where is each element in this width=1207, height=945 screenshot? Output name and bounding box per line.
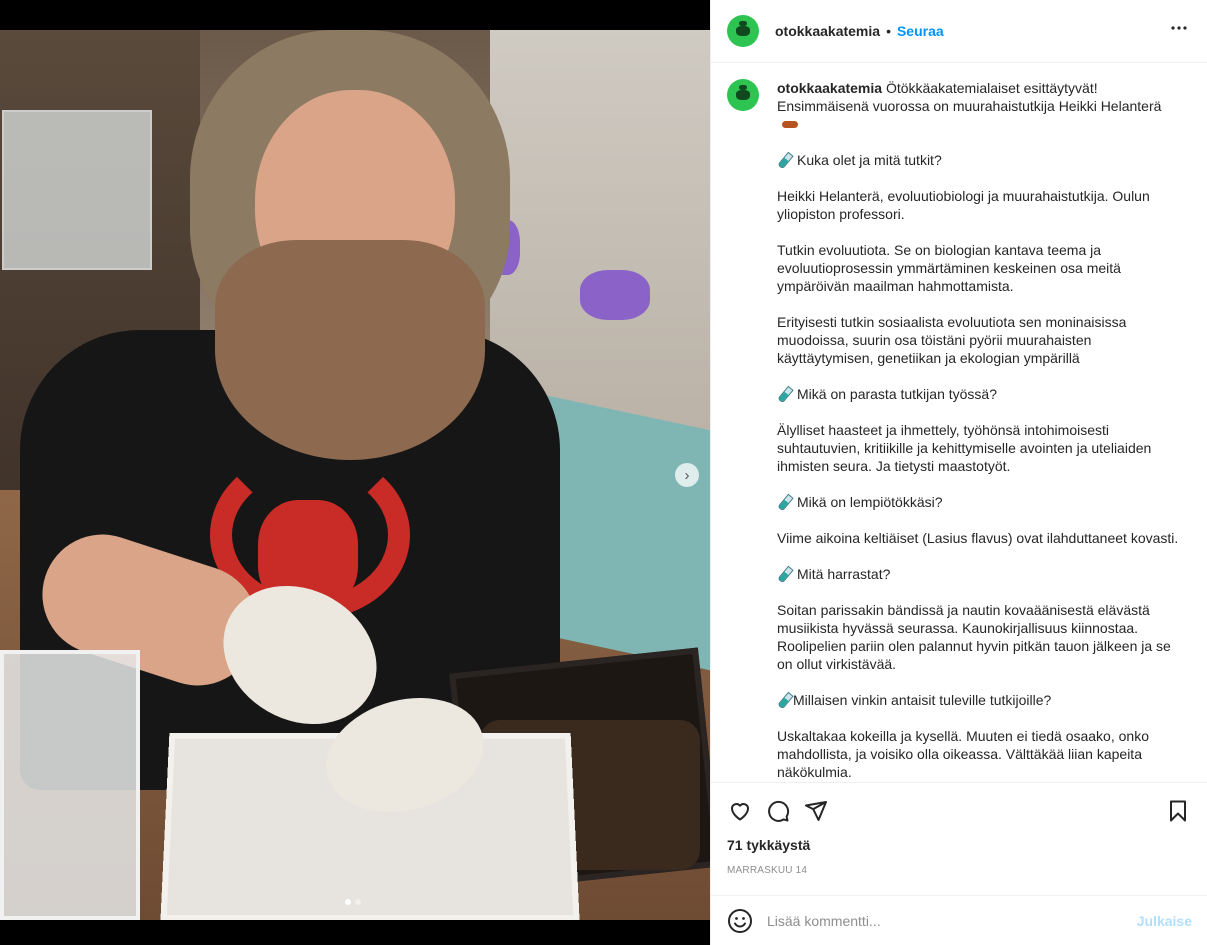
carousel-dot-active — [345, 899, 351, 905]
header-separator: • — [886, 23, 891, 39]
caption-question: Mikä on lempiötökkäsi? — [797, 494, 943, 510]
avatar[interactable] — [727, 79, 759, 111]
post-header: otokkaakatemia • Seuraa — [711, 0, 1207, 63]
caption-answer: Tutkin evoluutiota. Se on biologian kant… — [777, 242, 1121, 294]
caption-question: Mikä on parasta tutkijan työssä? — [797, 386, 997, 402]
emoji-icon[interactable] — [727, 908, 753, 934]
test-tube-icon — [777, 153, 791, 167]
ant-icon — [781, 118, 799, 130]
caption-answer: Soitan parissakin bändissä ja nautin kov… — [777, 602, 1171, 672]
heart-icon[interactable] — [727, 798, 753, 824]
carousel-dot — [355, 899, 361, 905]
test-tube-icon — [777, 693, 791, 707]
bookmark-icon[interactable] — [1165, 798, 1191, 824]
caption-intro-line1: Ötökkäakatemialaiset esittäytyvät! — [885, 80, 1098, 96]
caption-answer: Uskaltakaa kokeilla ja kysellä. Muuten e… — [777, 728, 1149, 780]
action-bar — [711, 783, 1207, 839]
post-media: › — [0, 0, 710, 945]
more-options-icon[interactable] — [1167, 16, 1191, 46]
test-tube-icon — [777, 567, 791, 581]
comment-input[interactable] — [767, 912, 1137, 929]
comment-icon[interactable] — [765, 798, 791, 824]
post-comment-button[interactable]: Julkaise — [1137, 913, 1192, 929]
caption-username[interactable]: otokkaakatemia — [777, 80, 882, 96]
post-date: MARRASKUU 14 — [727, 865, 808, 876]
comment-bar: Julkaise — [711, 895, 1207, 945]
caption-question: Millaisen vinkin antaisit tuleville tutk… — [793, 692, 1052, 708]
photo-purple-glove — [580, 270, 650, 320]
caption-answer: Erityisesti tutkin sosiaalista evoluutio… — [777, 314, 1127, 366]
caption-intro-line2: Ensimmäisenä vuorossa on muurahaistutkij… — [777, 98, 1162, 114]
photo-person-beard — [215, 240, 485, 460]
follow-button[interactable]: Seuraa — [897, 23, 944, 39]
avatar[interactable] — [727, 15, 759, 47]
carousel-dots — [345, 899, 361, 905]
caption-question: Mitä harrastat? — [797, 566, 891, 582]
caption-answer: Heikki Helanterä, evoluutiobiologi ja mu… — [777, 188, 1150, 222]
caption: otokkaakatemia Ötökkäakatemialaiset esit… — [777, 79, 1182, 782]
caption-question: Kuka olet ja mitä tutkit? — [797, 152, 942, 168]
photo-plastic-box — [2, 110, 152, 270]
caption-area: otokkaakatemia Ötökkäakatemialaiset esit… — [711, 63, 1207, 783]
caption-answer: Viime aikoina keltiäiset (Lasius flavus)… — [777, 530, 1179, 546]
post-side-panel: otokkaakatemia • Seuraa otokkaakatemia Ö… — [710, 0, 1207, 945]
post-photo — [0, 30, 710, 920]
next-glyph: › — [684, 466, 690, 484]
caption-answer: Älylliset haasteet ja ihmettely, työhöns… — [777, 422, 1152, 474]
test-tube-icon — [777, 387, 791, 401]
chevron-right-icon[interactable]: › — [675, 463, 699, 487]
like-count[interactable]: 71 tykkäystä — [711, 837, 1207, 859]
header-username[interactable]: otokkaakatemia — [775, 23, 880, 39]
photo-tray — [0, 650, 140, 920]
test-tube-icon — [777, 495, 791, 509]
paper-plane-icon[interactable] — [803, 798, 829, 824]
